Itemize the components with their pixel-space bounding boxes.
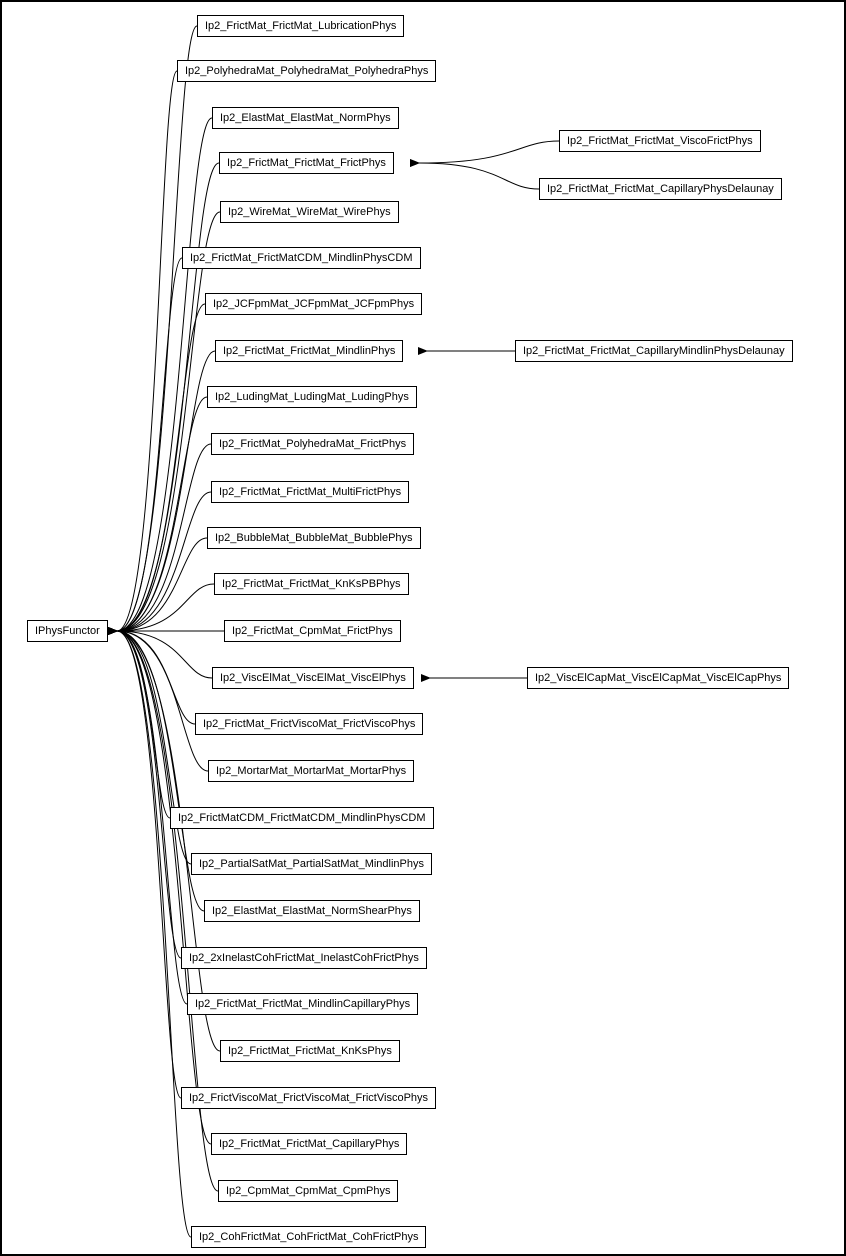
node-lubrication[interactable]: Ip2_FrictMat_FrictMat_LubricationPhys [197, 15, 404, 37]
node-cpmfrict[interactable]: Ip2_FrictMat_CpmMat_FrictPhys [224, 620, 401, 642]
node-fvmfvm[interactable]: Ip2_FrictViscoMat_FrictViscoMat_FrictVis… [181, 1087, 436, 1109]
node-knks[interactable]: Ip2_FrictMat_FrictMat_KnKsPhys [220, 1040, 400, 1062]
node-wirephys[interactable]: Ip2_WireMat_WireMat_WirePhys [220, 201, 399, 223]
node-frictphys[interactable]: Ip2_FrictMat_FrictMat_FrictPhys [219, 152, 394, 174]
node-root[interactable]: IPhysFunctor [27, 620, 108, 642]
node-viscel[interactable]: Ip2_ViscElMat_ViscElMat_ViscElPhys [212, 667, 414, 689]
node-capmindlin[interactable]: Ip2_FrictMat_FrictMat_CapillaryMindlinPh… [515, 340, 793, 362]
node-multifrict[interactable]: Ip2_FrictMat_FrictMat_MultiFrictPhys [211, 481, 409, 503]
node-cpmcpm[interactable]: Ip2_CpmMat_CpmMat_CpmPhys [218, 1180, 398, 1202]
node-partialsat[interactable]: Ip2_PartialSatMat_PartialSatMat_MindlinP… [191, 853, 432, 875]
node-capillary[interactable]: Ip2_FrictMat_FrictMat_CapillaryPhys [211, 1133, 407, 1155]
node-polyhedra[interactable]: Ip2_PolyhedraMat_PolyhedraMat_PolyhedraP… [177, 60, 436, 82]
node-capdelaunay[interactable]: Ip2_FrictMat_FrictMat_CapillaryPhysDelau… [539, 178, 782, 200]
node-mindlincdm2[interactable]: Ip2_FrictMatCDM_FrictMatCDM_MindlinPhysC… [170, 807, 434, 829]
node-luding[interactable]: Ip2_LudingMat_LudingMat_LudingPhys [207, 386, 417, 408]
node-normshear[interactable]: Ip2_ElastMat_ElastMat_NormShearPhys [204, 900, 420, 922]
node-mindlincap[interactable]: Ip2_FrictMat_FrictMat_MindlinCapillaryPh… [187, 993, 418, 1015]
node-polyfrictmat[interactable]: Ip2_FrictMat_PolyhedraMat_FrictPhys [211, 433, 414, 455]
node-viscelcap[interactable]: Ip2_ViscElCapMat_ViscElCapMat_ViscElCapP… [527, 667, 789, 689]
node-mindlin[interactable]: Ip2_FrictMat_FrictMat_MindlinPhys [215, 340, 403, 362]
node-mortar[interactable]: Ip2_MortarMat_MortarMat_MortarPhys [208, 760, 414, 782]
node-jcfpm[interactable]: Ip2_JCFpmMat_JCFpmMat_JCFpmPhys [205, 293, 422, 315]
node-viscofrict[interactable]: Ip2_FrictMat_FrictMat_ViscoFrictPhys [559, 130, 761, 152]
node-mindlincdm1[interactable]: Ip2_FrictMat_FrictMatCDM_MindlinPhysCDM [182, 247, 421, 269]
node-knkspb[interactable]: Ip2_FrictMat_FrictMat_KnKsPBPhys [214, 573, 409, 595]
node-frictvisco[interactable]: Ip2_FrictMat_FrictViscoMat_FrictViscoPhy… [195, 713, 423, 735]
diagram-frame: IPhysFunctor Ip2_FrictMat_FrictMat_Lubric… [0, 0, 846, 1256]
node-normphys[interactable]: Ip2_ElastMat_ElastMat_NormPhys [212, 107, 399, 129]
node-cohfrict[interactable]: Ip2_CohFrictMat_CohFrictMat_CohFrictPhys [191, 1226, 426, 1248]
node-bubble[interactable]: Ip2_BubbleMat_BubbleMat_BubblePhys [207, 527, 421, 549]
node-inelast[interactable]: Ip2_2xInelastCohFrictMat_InelastCohFrict… [181, 947, 427, 969]
